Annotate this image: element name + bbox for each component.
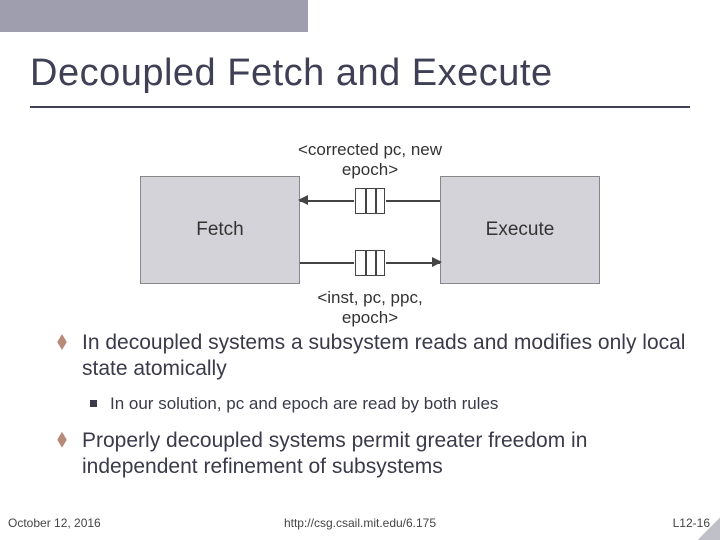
arrow-to-execute — [432, 257, 442, 267]
execute-box: Execute — [440, 176, 600, 284]
title-underline — [30, 106, 690, 108]
footer-url: http://csg.csail.mit.edu/6.175 — [0, 516, 720, 530]
fetch-box-label: Fetch — [196, 219, 244, 241]
fifo-bottom — [355, 250, 385, 276]
conn-top-left — [300, 200, 354, 202]
fifo-top — [355, 188, 385, 214]
fetch-box: Fetch — [140, 176, 300, 284]
execute-box-label: Execute — [486, 219, 555, 241]
conn-bot-left — [300, 262, 354, 264]
bullet-list: In decoupled systems a subsystem reads a… — [50, 330, 690, 490]
bullet-1: In decoupled systems a subsystem reads a… — [50, 330, 690, 383]
msg-bottom-label: <inst, pc, ppc, epoch> — [290, 288, 450, 327]
top-accent-bar — [0, 0, 308, 32]
slide-title: Decoupled Fetch and Execute — [30, 52, 553, 95]
bullet-2: Properly decoupled systems permit greate… — [50, 428, 690, 481]
diagram: <corrected pc, new epoch> Fetch Execute … — [140, 140, 600, 315]
conn-top-right — [386, 200, 440, 202]
page-corner-fold — [698, 518, 720, 540]
arrow-to-fetch — [298, 195, 308, 205]
msg-top-label: <corrected pc, new epoch> — [290, 140, 450, 179]
bullet-1-sub: In our solution, pc and epoch are read b… — [50, 393, 690, 414]
